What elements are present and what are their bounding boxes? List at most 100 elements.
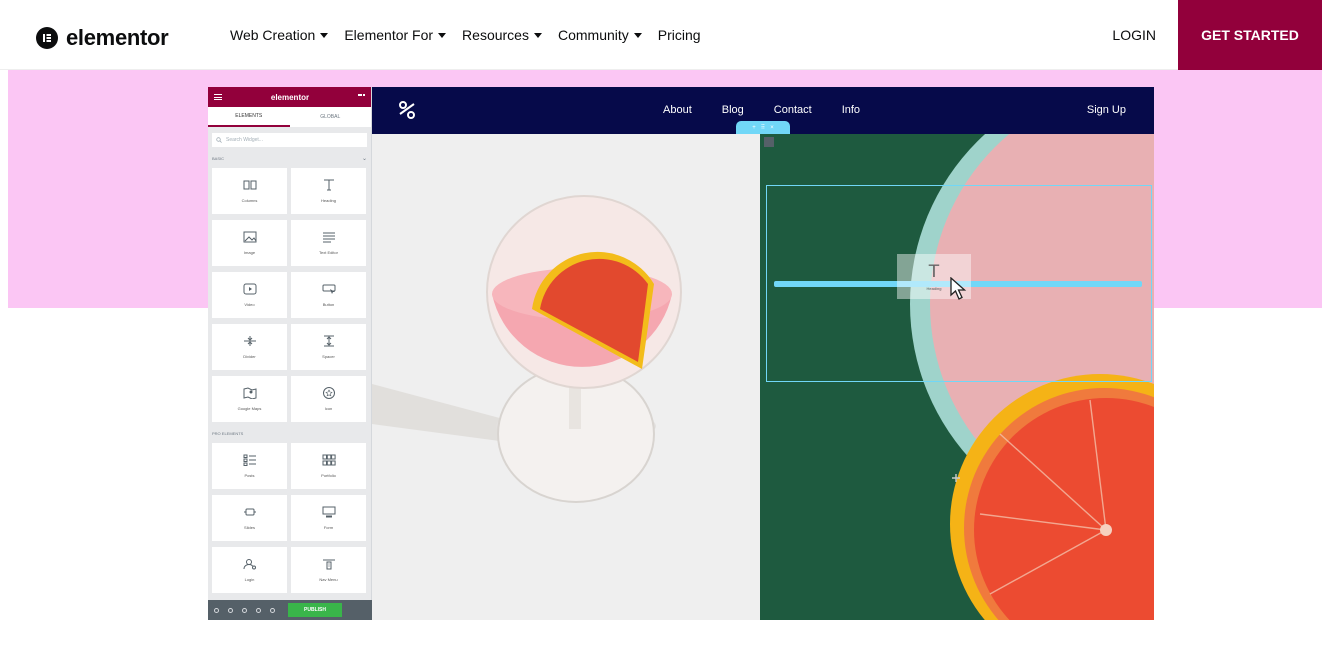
- columns-icon: [243, 180, 256, 190]
- widget-search-input[interactable]: Search Widget...: [212, 133, 367, 147]
- video-icon: [243, 283, 256, 295]
- widget-form[interactable]: Form: [291, 495, 366, 541]
- menu-label: Pricing: [657, 27, 701, 43]
- heading-icon: [323, 179, 334, 191]
- menu-label: Web Creation: [230, 27, 316, 43]
- drag-handle-icon[interactable]: ⠿: [761, 124, 765, 131]
- nav-link-about[interactable]: About: [663, 104, 692, 116]
- widget-posts[interactable]: Posts: [212, 443, 287, 489]
- settings-icon[interactable]: [214, 607, 219, 613]
- widget-label: Form: [323, 525, 334, 530]
- star-icon: [322, 387, 335, 399]
- publish-button[interactable]: PUBLISH: [288, 603, 342, 617]
- demo-site-logo: [399, 101, 415, 119]
- spacer-icon: [323, 335, 334, 347]
- widget-label: Text Editor: [319, 250, 338, 255]
- widget-label: Video: [244, 302, 255, 307]
- menu-item-elementor-for[interactable]: Elementor For: [344, 27, 447, 43]
- widget-google-maps[interactable]: Google Maps: [212, 376, 287, 422]
- responsive-icon[interactable]: [256, 607, 261, 613]
- widget-portfolio[interactable]: Portfolio: [291, 443, 366, 489]
- menu-item-resources[interactable]: Resources: [462, 27, 542, 43]
- chevron-down-icon: [633, 32, 642, 38]
- menu-item-web-creation[interactable]: Web Creation: [230, 27, 329, 43]
- menu-item-community[interactable]: Community: [558, 27, 642, 43]
- widget-label: Divider: [243, 354, 256, 359]
- widget-image[interactable]: Image: [212, 220, 287, 266]
- widget-text-editor[interactable]: Text Editor: [291, 220, 366, 266]
- chevron-down-icon: [320, 32, 329, 38]
- tab-global[interactable]: GLOBAL: [290, 107, 372, 127]
- widget-label: Columns: [241, 198, 258, 203]
- widget-divider[interactable]: Divider: [212, 324, 287, 370]
- chevron-down-icon: [438, 32, 447, 38]
- widget-icon[interactable]: Icon: [291, 376, 366, 422]
- add-icon[interactable]: +: [752, 125, 756, 131]
- close-icon[interactable]: ×: [770, 125, 774, 131]
- elementor-logo-icon: [36, 27, 58, 49]
- widget-label: Login: [244, 577, 255, 582]
- form-icon: [322, 506, 335, 518]
- get-started-button[interactable]: GET STARTED: [1178, 0, 1322, 70]
- portfolio-icon: [322, 454, 336, 466]
- widget-panel: elementor ELEMENTS GLOBAL Search Widget.…: [208, 87, 372, 620]
- section-label: BASIC: [212, 155, 225, 161]
- signup-link[interactable]: Sign Up: [1087, 104, 1126, 116]
- widget-label: Image: [243, 250, 256, 255]
- basic-section-header[interactable]: BASIC ⌄: [208, 154, 371, 162]
- heading-icon: T: [928, 262, 940, 282]
- nav-link-blog[interactable]: Blog: [722, 104, 744, 116]
- panel-footer: PUBLISH: [208, 600, 372, 620]
- login-icon: [243, 559, 256, 570]
- login-link[interactable]: LOGIN: [1112, 27, 1156, 43]
- dragged-widget-label: Heading: [926, 286, 942, 291]
- map-icon: [243, 387, 256, 399]
- grid-icon[interactable]: [357, 93, 365, 101]
- widget-label: Spacer: [322, 354, 335, 359]
- tab-elements[interactable]: ELEMENTS: [208, 107, 290, 127]
- widget-heading[interactable]: Heading: [291, 168, 366, 214]
- column-handle-icon[interactable]: [764, 137, 774, 147]
- nav-link-info[interactable]: Info: [842, 104, 860, 116]
- widget-label: Heading: [321, 198, 336, 203]
- chevron-down-icon: [533, 32, 542, 38]
- section-handle[interactable]: + ⠿ ×: [736, 121, 790, 134]
- hamburger-icon[interactable]: [214, 94, 222, 100]
- widget-label: Slides: [244, 525, 255, 530]
- cocktail-image: [372, 134, 760, 620]
- widget-video[interactable]: Video: [212, 272, 287, 318]
- search-icon: [216, 137, 222, 143]
- chevron-down-icon: ⌄: [361, 155, 367, 162]
- widget-spacer[interactable]: Spacer: [291, 324, 366, 370]
- basic-widget-grid: Columns Heading Image Text Editor Video …: [208, 162, 371, 422]
- widget-button[interactable]: Button: [291, 272, 366, 318]
- elementor-logo[interactable]: elementor: [36, 25, 169, 51]
- nav-link-contact[interactable]: Contact: [774, 104, 812, 116]
- menu-label: Community: [557, 27, 629, 43]
- widget-slides[interactable]: Slides: [212, 495, 287, 541]
- widget-nav-menu[interactable]: Nav Menu: [291, 547, 366, 593]
- slides-icon: [243, 508, 256, 516]
- widget-label: Button: [322, 302, 335, 307]
- site-header: elementor Web Creation Elementor For Res…: [0, 0, 1322, 70]
- demo-nav-links: About Blog Contact Info: [663, 104, 860, 116]
- logo-wordmark: elementor: [66, 25, 169, 50]
- text-editor-icon: [322, 232, 335, 243]
- main-menu: Web Creation Elementor For Resources Com…: [230, 0, 701, 70]
- widget-label: Google Maps: [237, 406, 262, 411]
- menu-item-pricing[interactable]: Pricing: [658, 27, 701, 43]
- nav-menu-icon: [322, 559, 335, 570]
- image-icon: [243, 231, 256, 243]
- pro-section-header[interactable]: PRO ELEMENTS: [208, 429, 371, 437]
- menu-label: Elementor For: [344, 27, 434, 43]
- navigator-icon[interactable]: [228, 607, 233, 613]
- history-icon[interactable]: [242, 607, 247, 613]
- button-icon: [322, 284, 335, 294]
- preview-eye-icon[interactable]: [270, 607, 275, 613]
- pro-widget-grid: Posts Portfolio Slides Form Login Nav Me…: [208, 437, 371, 593]
- widget-login[interactable]: Login: [212, 547, 287, 593]
- widget-columns[interactable]: Columns: [212, 168, 287, 214]
- widget-label: Icon: [324, 406, 333, 411]
- section-label: PRO ELEMENTS: [212, 430, 244, 436]
- menu-label: Resources: [462, 27, 529, 43]
